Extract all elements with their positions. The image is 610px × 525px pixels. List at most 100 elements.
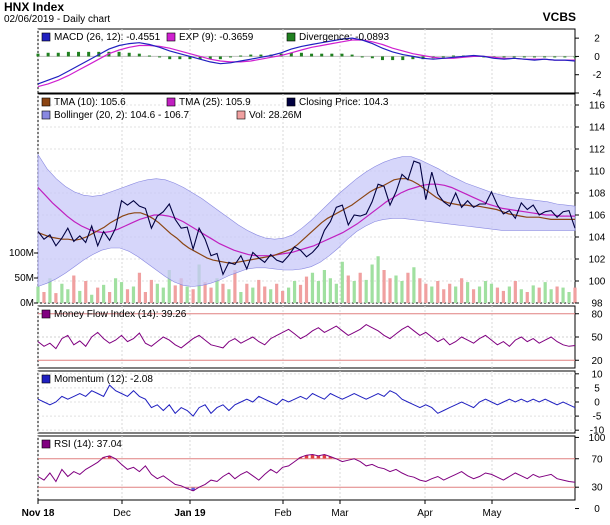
- volume-bar: [245, 283, 249, 303]
- volume-bar: [525, 292, 529, 303]
- mfi-tick-label: 50: [591, 333, 603, 344]
- volume-bar: [263, 286, 267, 303]
- legend-label: Momentum (12): -2.08: [54, 374, 153, 385]
- divergence-bar: [77, 51, 81, 57]
- volume-bar: [352, 281, 356, 303]
- legend-swatch: [236, 110, 246, 120]
- volume-bar: [424, 283, 428, 303]
- divergence-bar: [553, 56, 557, 58]
- volume-bar: [143, 292, 147, 303]
- x-tick-label: Jan 19: [174, 508, 206, 519]
- volume-bar: [185, 286, 189, 303]
- legend-label: Closing Price: 104.3: [299, 97, 389, 108]
- price-tick-label: 100: [589, 277, 606, 288]
- volume-bar: [113, 278, 118, 303]
- volume-bar: [376, 256, 380, 303]
- legend-label: MACD (26, 12): -0.4551: [54, 32, 161, 43]
- legend-label: TMA (25): 105.9: [179, 97, 251, 108]
- divergence-bar: [127, 52, 131, 57]
- x-tick-label: Apr: [417, 508, 433, 519]
- x-tick-label: Dec: [113, 508, 131, 519]
- volume-bar: [239, 292, 243, 303]
- volume-bar: [406, 272, 410, 303]
- volume-bar: [436, 281, 440, 303]
- volume-bar: [108, 292, 112, 303]
- legend-label: Bollinger (20, 2): 104.6 - 106.7: [54, 110, 190, 121]
- volume-bar: [221, 283, 225, 303]
- volume-bar: [513, 281, 517, 303]
- volume-bar: [155, 283, 159, 303]
- volume-bar: [483, 281, 488, 303]
- volume-bar: [316, 281, 321, 303]
- volume-bar: [191, 289, 195, 303]
- mfi-tick-label: 80: [591, 309, 603, 320]
- divergence-bar: [522, 56, 526, 58]
- price-tick-label: 102: [589, 255, 606, 266]
- price-tick-label: 116: [589, 101, 605, 112]
- price-tick-label: 98: [591, 299, 603, 310]
- x-tick-label: Nov 18: [22, 508, 55, 519]
- volume-bar: [96, 287, 100, 303]
- volume-bar: [137, 272, 142, 303]
- volume-bar: [84, 281, 88, 303]
- volume-bar: [537, 287, 541, 303]
- volume-bar: [477, 286, 482, 303]
- rsi-tick-label: 100: [589, 433, 606, 444]
- volume-bar: [442, 289, 446, 303]
- volume-bar: [275, 283, 279, 303]
- volume-bar: [90, 294, 94, 303]
- volume-bar: [454, 286, 458, 303]
- price-tick-label: 104: [589, 233, 606, 244]
- volume-bar: [203, 282, 207, 303]
- legend-label: TMA (10): 105.6: [54, 97, 126, 108]
- volume-bar: [543, 282, 547, 303]
- divergence-bar: [310, 53, 314, 57]
- volume-bar: [561, 287, 565, 303]
- divergence-bar: [380, 56, 384, 61]
- price-tick-label: 110: [589, 167, 605, 178]
- volume-bar: [131, 286, 136, 303]
- divergence-bar: [87, 51, 91, 57]
- volume-bar: [233, 270, 237, 303]
- divergence-bar: [218, 56, 222, 60]
- legend-swatch: [166, 97, 176, 107]
- divergence-bar: [229, 56, 233, 58]
- divergence-bar: [56, 52, 60, 57]
- divergence-bar: [66, 51, 70, 57]
- rsi-tick-label: 0: [594, 504, 600, 515]
- divergence-bar: [563, 56, 567, 58]
- momentum-tick-label: 5: [594, 383, 600, 394]
- volume-bar: [358, 272, 362, 303]
- volume-bar: [430, 286, 434, 303]
- volume-bar: [161, 287, 165, 303]
- legend-swatch: [41, 309, 51, 319]
- divergence-bar: [147, 55, 151, 57]
- volume-bar: [334, 283, 338, 303]
- volume-bar: [60, 283, 64, 303]
- legend-swatch: [286, 97, 296, 107]
- volume-bar: [287, 287, 291, 303]
- volume-bar: [567, 292, 571, 303]
- volume-bar: [36, 286, 40, 303]
- legend-swatch: [41, 97, 51, 107]
- volume-bar: [72, 275, 76, 303]
- divergence-bar: [391, 56, 395, 61]
- mfi-tick-label: 20: [591, 356, 603, 367]
- volume-bar: [507, 286, 511, 303]
- legend-swatch: [41, 32, 51, 42]
- volume-bar: [54, 293, 58, 303]
- volume-bar: [125, 289, 130, 303]
- divergence-bar: [36, 53, 40, 57]
- volume-tick-label: 50M: [15, 273, 34, 284]
- volume-bar: [531, 285, 535, 303]
- divergence-bar: [340, 53, 344, 57]
- volume-tick-label: 0M: [20, 298, 34, 309]
- volume-bar: [418, 278, 422, 303]
- volume-bar: [66, 289, 70, 303]
- volume-bar: [555, 286, 559, 303]
- rsi-tick-label: 70: [591, 454, 603, 465]
- volume-bar: [388, 278, 392, 303]
- volume-bar: [460, 278, 464, 303]
- legend-label: RSI (14): 37.04: [54, 439, 122, 450]
- divergence-bar: [370, 56, 374, 59]
